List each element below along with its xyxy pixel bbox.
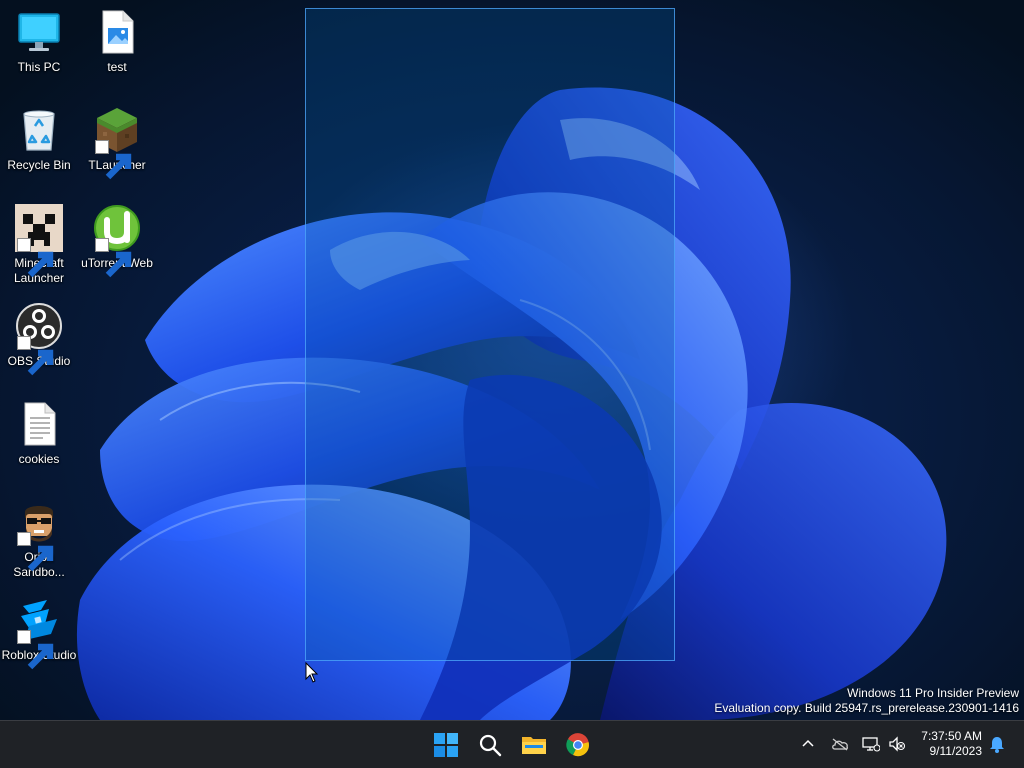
shortcut-arrow-icon (17, 630, 54, 670)
desktop-icon-this-pc[interactable]: This PC (0, 8, 78, 75)
shortcut-arrow-icon (17, 532, 54, 572)
desktop-icon-label: Recycle Bin (7, 158, 71, 172)
watermark-build: Evaluation copy. Build 25947.rs_prerelea… (714, 701, 1019, 715)
shortcut-arrow-icon (17, 336, 54, 376)
mouse-pointer-icon (305, 662, 319, 683)
roblox-studio-icon (15, 596, 63, 670)
evaluation-watermark: Windows 11 Pro Insider Preview Evaluatio… (714, 686, 1019, 716)
search-icon (479, 734, 502, 757)
image-file-icon (93, 8, 141, 56)
search-button[interactable] (472, 727, 508, 763)
clock-time: 7:37:50 AM (921, 729, 982, 743)
clock-date: 9/11/2023 (929, 744, 983, 758)
clock-button[interactable]: 7:37:50 AM 9/11/2023 (921, 729, 982, 759)
shortcut-arrow-icon (95, 238, 132, 278)
monitor-icon (15, 8, 63, 56)
network-icon (862, 737, 880, 752)
desktop-icon-utorrent-web[interactable]: uTorrent Web (78, 204, 156, 278)
text-file-icon (15, 400, 63, 448)
desktop-icon-recycle-bin[interactable]: Recycle Bin (0, 106, 78, 173)
volume-button[interactable] (886, 733, 908, 755)
file-explorer-button[interactable] (516, 727, 552, 763)
shortcut-arrow-icon (95, 140, 132, 180)
desktop-icon-test[interactable]: test (78, 8, 156, 75)
desktop-icon-cookies[interactable]: cookies (0, 400, 78, 467)
onedrive-button[interactable] (829, 733, 851, 755)
notification-bell-icon (990, 737, 1004, 753)
chevron-up-icon (802, 739, 814, 747)
desktop[interactable]: This PC test Recycle Bin TLauncher Minec… (0, 0, 1024, 720)
chrome-icon (566, 733, 589, 757)
onedrive-icon (832, 738, 849, 751)
watermark-edition: Windows 11 Pro Insider Preview (847, 686, 1019, 700)
volume-muted-icon (889, 736, 906, 752)
windows-start-icon (434, 733, 458, 757)
shortcut-arrow-icon (17, 238, 54, 278)
drag-selection-rectangle (305, 8, 675, 661)
desktop-icon-label: cookies (18, 452, 60, 466)
chrome-button[interactable] (560, 727, 596, 763)
obs-icon (15, 302, 63, 376)
start-button[interactable] (428, 727, 464, 763)
notification-center-button[interactable] (986, 733, 1008, 755)
tlauncher-grass-block-icon (93, 106, 141, 180)
network-button[interactable] (860, 733, 882, 755)
recycle-bin-icon (15, 106, 63, 154)
desktop-icon-roblox-studio[interactable]: Roblox Studio (0, 596, 78, 670)
desktop-icon-orion-sandbox[interactable]: Orion Sandbo... (0, 498, 78, 580)
desktop-icon-tlauncher[interactable]: TLauncher (78, 106, 156, 180)
file-explorer-icon (522, 737, 546, 754)
show-hidden-icons-button[interactable] (797, 733, 819, 755)
orion-sandbox-character-icon (15, 498, 63, 572)
desktop-icon-obs-studio[interactable]: OBS Studio (0, 302, 78, 376)
desktop-icon-label: test (107, 60, 127, 74)
desktop-icon-minecraft-launcher[interactable]: Minecraft Launcher (0, 204, 78, 286)
minecraft-creeper-icon (15, 204, 63, 278)
utorrent-icon (93, 204, 141, 278)
taskbar: 7:37:50 AM 9/11/2023 (0, 720, 1024, 768)
desktop-icon-label: This PC (17, 60, 61, 74)
